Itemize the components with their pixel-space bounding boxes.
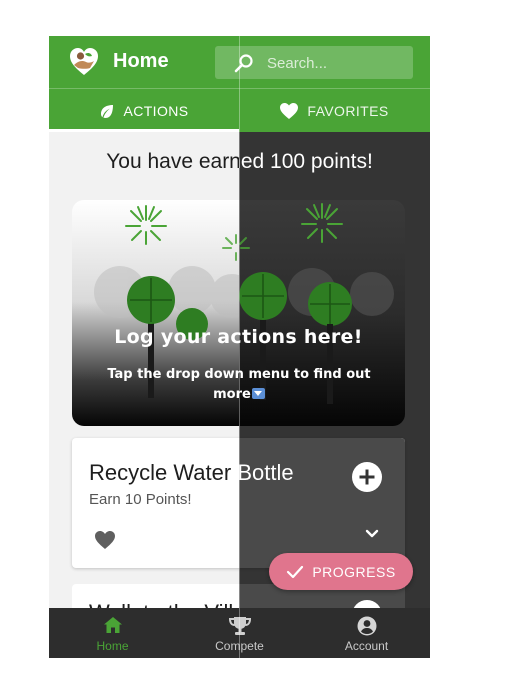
dropdown-hint-icon [251,388,265,399]
action-points: Earn 10 Points! [89,491,192,508]
action-title-dark-text: Recycle Water Bottle [239,460,294,485]
nav-home[interactable]: Home [49,608,176,658]
nav-label: Home [96,639,129,653]
favorite-heart-icon[interactable] [94,530,116,550]
tab-label: FAVORITES [307,103,389,119]
chevron-down-icon[interactable] [365,529,379,539]
search-input[interactable] [267,52,407,74]
page-title: Home [113,50,169,72]
add-action-button[interactable] [352,462,382,492]
progress-button[interactable]: PROGRESS [269,553,413,590]
check-icon [287,565,304,578]
search-bar[interactable] [215,46,413,79]
leaf-icon [101,105,114,118]
logo-icon [70,48,98,75]
active-tab-indicator [49,129,239,132]
account-icon [357,616,376,636]
home-icon [103,617,122,633]
nav-account[interactable]: Account [303,608,430,658]
theme-split-divider [239,36,240,658]
search-icon [234,54,253,73]
tab-favorites[interactable]: FAVORITES [239,89,429,133]
heart-icon [280,103,299,119]
nav-label: Account [344,639,389,653]
tab-actions[interactable]: ACTIONS [49,89,239,133]
tab-label: ACTIONS [123,103,189,119]
progress-button-label: PROGRESS [312,563,396,580]
app-screen: Home ACTIONS FAVORITES You have earned 1… [49,36,430,658]
action-title-dark: Recycle Water Bottle [239,438,405,498]
